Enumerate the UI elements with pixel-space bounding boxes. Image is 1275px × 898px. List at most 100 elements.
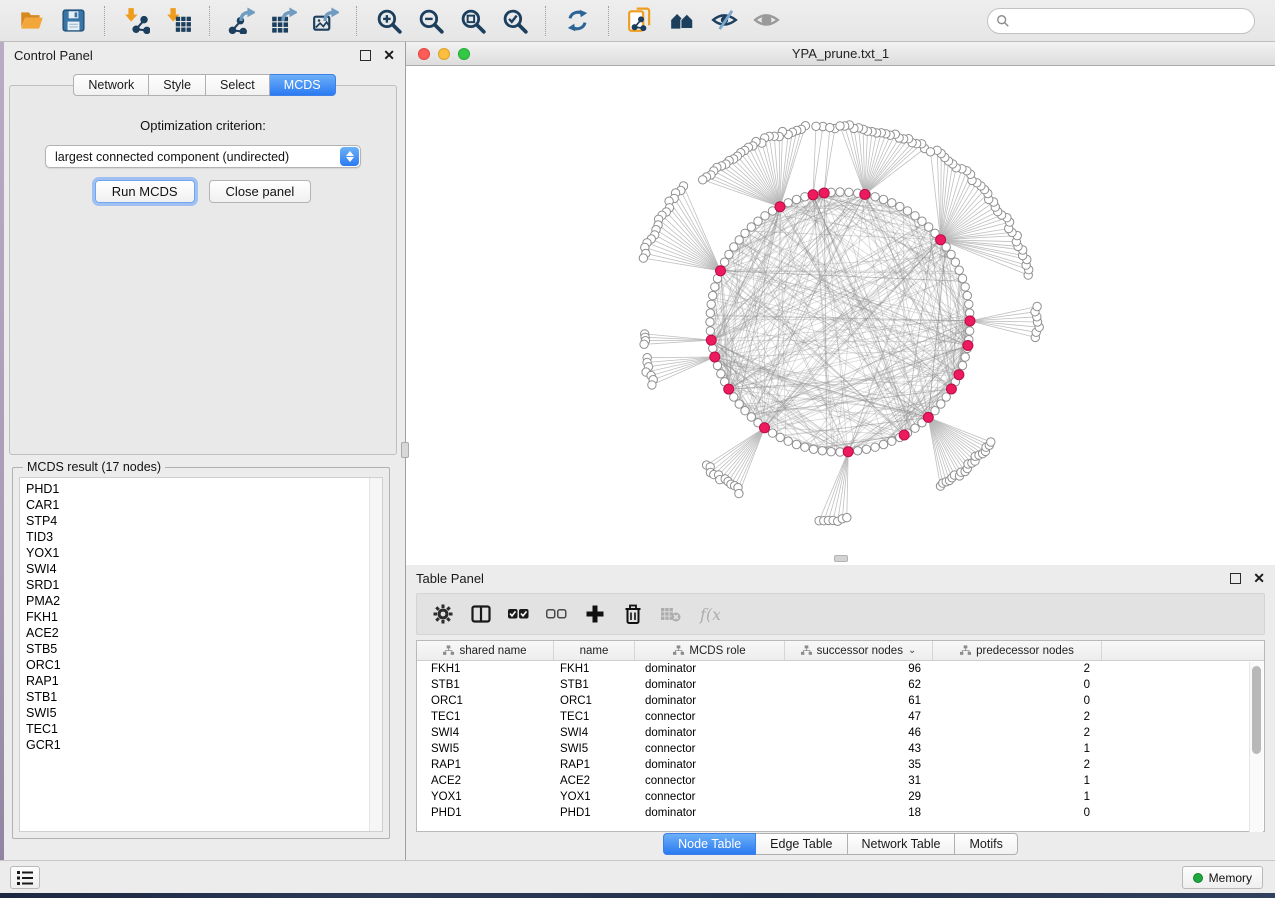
zoom-out-button[interactable] — [409, 3, 451, 39]
zoom-fit-button[interactable] — [451, 3, 493, 39]
float-panel-icon[interactable] — [360, 50, 371, 61]
close-panel-icon[interactable]: ✕ — [1253, 573, 1265, 584]
window-minimize-icon[interactable] — [438, 48, 450, 60]
main-toolbar — [0, 0, 1275, 42]
table-cell: STB1 — [417, 679, 554, 691]
window-maximize-icon[interactable] — [458, 48, 470, 60]
open-file-icon — [18, 7, 45, 34]
tab-style[interactable]: Style — [149, 74, 206, 96]
create-column-button[interactable] — [583, 602, 607, 626]
mcds-result-item[interactable]: GCR1 — [26, 737, 382, 753]
search-input[interactable] — [1010, 14, 1230, 28]
import-table-button[interactable] — [157, 3, 199, 39]
mcds-result-title: MCDS result (17 nodes) — [23, 460, 165, 474]
mcds-result-item[interactable]: CAR1 — [26, 497, 382, 513]
table-row[interactable]: PHD1PHD1dominator180 — [417, 805, 1264, 821]
mcds-result-item[interactable]: SWI4 — [26, 561, 382, 577]
table-row[interactable]: FKH1FKH1dominator962 — [417, 661, 1264, 677]
column-header-MCDS-role[interactable]: MCDS role — [635, 641, 785, 660]
column-header-successor-nodes[interactable]: successor nodes⌄ — [785, 641, 933, 660]
table-cell: dominator — [635, 727, 785, 739]
tab-edge-table[interactable]: Edge Table — [756, 833, 847, 855]
share-document-button[interactable] — [619, 3, 661, 39]
deselect-all-rows-button[interactable] — [545, 602, 569, 626]
mcds-result-item[interactable]: STB1 — [26, 689, 382, 705]
table-row[interactable]: SWI5SWI5connector431 — [417, 741, 1264, 757]
memory-button[interactable]: Memory — [1182, 866, 1263, 889]
table-row[interactable]: YOX1YOX1connector291 — [417, 789, 1264, 805]
search-box[interactable] — [987, 8, 1255, 34]
tab-network[interactable]: Network — [73, 74, 149, 96]
table-row[interactable]: TEC1TEC1connector472 — [417, 709, 1264, 725]
mcds-result-item[interactable]: TID3 — [26, 529, 382, 545]
task-history-button[interactable] — [10, 866, 40, 889]
mcds-result-item[interactable]: ACE2 — [26, 625, 382, 641]
float-panel-icon[interactable] — [1230, 573, 1241, 584]
table-panel: Table Panel ✕ f(x) shared namename MCDS r… — [406, 565, 1275, 860]
import-network-button[interactable] — [115, 3, 157, 39]
mcds-result-item[interactable]: ORC1 — [26, 657, 382, 673]
mcds-result-item[interactable]: SWI5 — [26, 705, 382, 721]
run-mcds-button[interactable]: Run MCDS — [95, 180, 195, 203]
mcds-result-item[interactable]: YOX1 — [26, 545, 382, 561]
zoom-selected-button[interactable] — [493, 3, 535, 39]
column-label: MCDS role — [689, 645, 745, 657]
mcds-result-item[interactable]: PHD1 — [26, 481, 382, 497]
tab-network-table[interactable]: Network Table — [848, 833, 956, 855]
function-builder-icon: f(x) — [698, 603, 720, 625]
mcds-result-item[interactable]: SRD1 — [26, 577, 382, 593]
table-options-gear-button[interactable] — [431, 602, 455, 626]
table-toolbar: f(x) — [416, 593, 1265, 635]
export-table-button[interactable] — [262, 3, 304, 39]
open-file-button[interactable] — [10, 3, 52, 39]
mcds-result-item[interactable]: STB5 — [26, 641, 382, 657]
criterion-select[interactable]: largest connected component (undirected) — [45, 145, 361, 168]
mcds-result-item[interactable]: FKH1 — [26, 609, 382, 625]
table-row[interactable]: STB1STB1dominator620 — [417, 677, 1264, 693]
delete-columns-button[interactable] — [621, 602, 645, 626]
table-cell: dominator — [635, 663, 785, 675]
mcds-result-item[interactable]: STP4 — [26, 513, 382, 529]
table-cell: 96 — [785, 663, 933, 675]
network-graph[interactable] — [406, 66, 1275, 564]
table-row[interactable]: SWI4SWI4dominator462 — [417, 725, 1264, 741]
zoom-in-button[interactable] — [367, 3, 409, 39]
column-header-shared-name[interactable]: shared name — [417, 641, 554, 660]
mcds-result-item[interactable]: PMA2 — [26, 593, 382, 609]
table-panel-title: Table Panel — [416, 571, 484, 586]
column-header-predecessor-nodes[interactable]: predecessor nodes — [933, 641, 1102, 660]
select-all-rows-button[interactable] — [507, 602, 531, 626]
birds-eye-view-button[interactable] — [745, 3, 787, 39]
tab-mcds[interactable]: MCDS — [270, 74, 336, 96]
table-scrollbar[interactable] — [1249, 662, 1263, 832]
table-row[interactable]: RAP1RAP1dominator352 — [417, 757, 1264, 773]
criterion-selected-value: largest connected component (undirected) — [46, 150, 289, 164]
save-session-button[interactable] — [52, 3, 94, 39]
horizontal-splitter-handle[interactable] — [834, 555, 848, 562]
export-image-button[interactable] — [304, 3, 346, 39]
mcds-list-scrollbar[interactable] — [369, 478, 382, 831]
refresh-network-button[interactable] — [556, 3, 598, 39]
tab-motifs[interactable]: Motifs — [955, 833, 1017, 855]
mcds-result-item[interactable]: TEC1 — [26, 721, 382, 737]
mcds-result-list[interactable]: PHD1CAR1STP4TID3YOX1SWI4SRD1PMA2FKH1ACE2… — [19, 477, 383, 832]
mcds-result-item[interactable]: RAP1 — [26, 673, 382, 689]
table-row[interactable]: ACE2ACE2connector311 — [417, 773, 1264, 789]
optimization-criterion-label: Optimization criterion: — [10, 118, 396, 133]
scrollbar-thumb[interactable] — [1252, 666, 1261, 754]
vertical-splitter-handle[interactable] — [401, 442, 409, 458]
network-canvas[interactable] — [406, 66, 1275, 564]
close-panel-button[interactable]: Close panel — [209, 180, 312, 203]
open-recent-networks-button[interactable] — [661, 3, 703, 39]
column-header-name[interactable]: name — [554, 641, 635, 660]
network-window-titlebar[interactable]: YPA_prune.txt_1 — [406, 42, 1275, 66]
window-close-icon[interactable] — [418, 48, 430, 60]
tab-select[interactable]: Select — [206, 74, 270, 96]
hide-graphics-details-button[interactable] — [703, 3, 745, 39]
tab-node-table[interactable]: Node Table — [663, 833, 756, 855]
column-type-icon — [443, 645, 454, 656]
show-columns-button[interactable] — [469, 602, 493, 626]
close-panel-icon[interactable]: ✕ — [383, 50, 395, 61]
table-row[interactable]: ORC1ORC1dominator610 — [417, 693, 1264, 709]
export-network-button[interactable] — [220, 3, 262, 39]
